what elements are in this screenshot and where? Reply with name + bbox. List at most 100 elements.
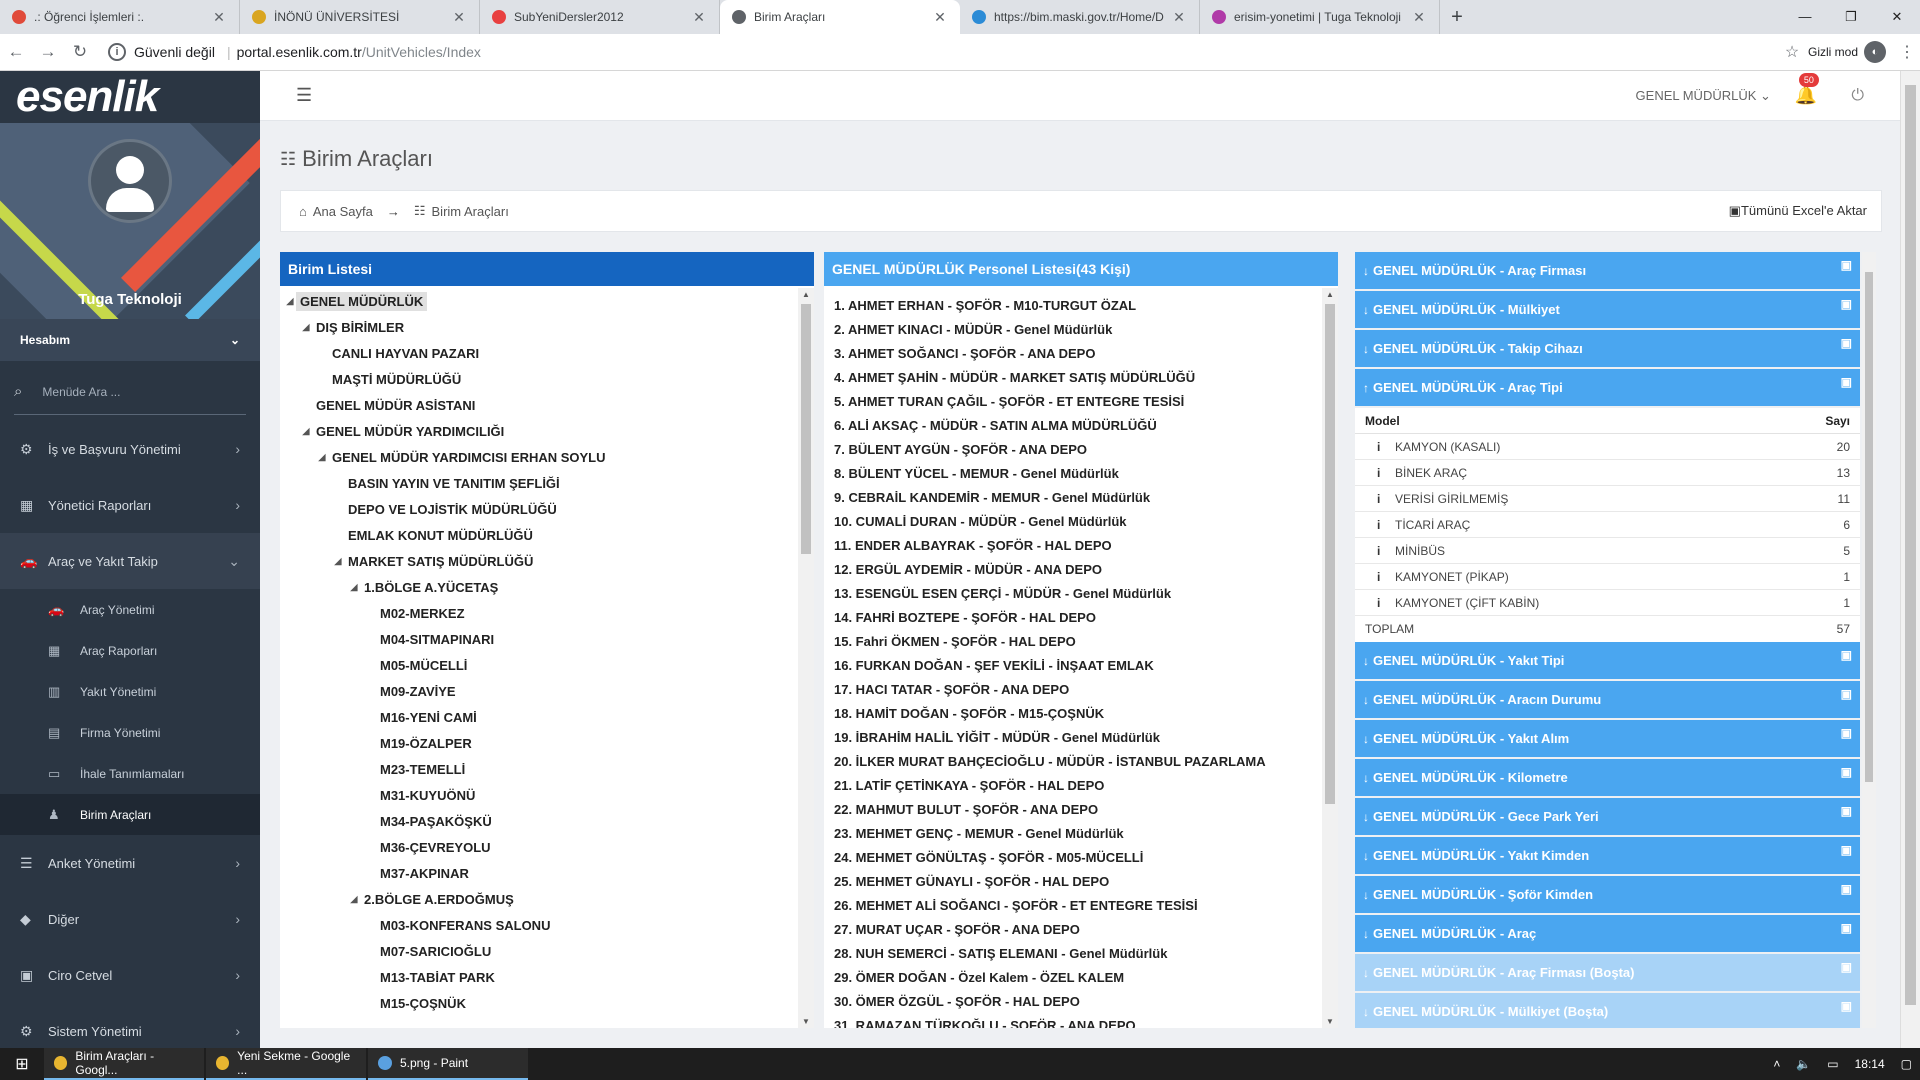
personnel-row[interactable]: 22. MAHMUT BULUT - ŞOFÖR - ANA DEPO <box>824 798 1322 822</box>
sidebar-subitem[interactable]: ♟ Birim Araçları <box>0 794 260 835</box>
close-icon[interactable]: ✕ <box>691 9 707 26</box>
tree-node[interactable]: BASIN YAYIN VE TANITIM ŞEFLİĞİ <box>280 470 798 496</box>
personnel-row[interactable]: 8. BÜLENT YÜCEL - MEMUR - Genel Müdürlük <box>824 462 1322 486</box>
tree-node[interactable]: M04-SITMAPINARI <box>280 626 798 652</box>
maximize-button[interactable]: ❐ <box>1828 0 1874 34</box>
personnel-row[interactable]: 6. ALİ AKSAÇ - MÜDÜR - SATIN ALMA MÜDÜRL… <box>824 414 1322 438</box>
tree-node[interactable]: ◢ 2.BÖLGE A.ERDOĞMUŞ <box>280 886 798 912</box>
info-icon[interactable]: i <box>1365 518 1389 532</box>
account-menu[interactable]: Hesabım ⌄ <box>0 319 260 361</box>
collapse-toggle-icon[interactable]: ◢ <box>348 582 360 593</box>
table-row[interactable]: i BİNEK ARAÇ 13 <box>1355 460 1860 486</box>
table-row[interactable]: i TİCARİ ARAÇ 6 <box>1355 512 1860 538</box>
taskbar-item[interactable]: 5.png - Paint <box>368 1048 528 1080</box>
personnel-row[interactable]: 10. CUMALİ DURAN - MÜDÜR - Genel Müdürlü… <box>824 510 1322 534</box>
sidebar-item[interactable]: ▣ Ciro Cetvel › <box>0 947 260 1003</box>
bell-icon[interactable]: 🔔 50 <box>1795 73 1819 106</box>
breadcrumb-home[interactable]: Ana Sayfa <box>313 204 373 219</box>
tree-node[interactable]: M31-KUYUÖNÜ <box>280 782 798 808</box>
tree-node[interactable]: M34-PAŞAKÖŞKÜ <box>280 808 798 834</box>
info-icon[interactable]: i <box>1365 492 1389 506</box>
tree-node[interactable]: M19-ÖZALPER <box>280 730 798 756</box>
table-row[interactable]: i KAMYONET (ÇİFT KABİN) 1 <box>1355 590 1860 616</box>
collapse-toggle-icon[interactable]: ◢ <box>316 452 328 463</box>
personnel-row[interactable]: 7. BÜLENT AYGÜN - ŞOFÖR - ANA DEPO <box>824 438 1322 462</box>
personnel-row[interactable]: 19. İBRAHİM HALİL YİĞİT - MÜDÜR - Genel … <box>824 726 1322 750</box>
excel-icon[interactable]: ▣ <box>1841 297 1852 311</box>
excel-icon[interactable]: ▣ <box>1841 921 1852 935</box>
browser-tab[interactable]: İNÖNÜ ÜNİVERSİTESİ ✕ <box>240 0 480 34</box>
url-field[interactable]: i Güvenli değil | portal.esenlik.com.tr … <box>108 38 1768 66</box>
personnel-row[interactable]: 4. AHMET ŞAHİN - MÜDÜR - MARKET SATIŞ MÜ… <box>824 366 1322 390</box>
accordion-header[interactable]: ↓ GENEL MÜDÜRLÜK - Araç Firması (Boşta) ▣ <box>1355 954 1860 991</box>
collapse-toggle-icon[interactable]: ◢ <box>300 322 312 333</box>
sidebar-subitem[interactable]: ▤ Firma Yönetimi <box>0 712 260 753</box>
browser-tab[interactable]: .: Öğrenci İşlemleri :. ✕ <box>0 0 240 34</box>
tree-node[interactable]: ◢ DIŞ BİRİMLER <box>280 314 798 340</box>
browser-tab[interactable]: erisim-yonetimi | Tuga Teknoloji ✕ <box>1200 0 1440 34</box>
personnel-row[interactable]: 16. FURKAN DOĞAN - ŞEF VEKİLİ - İNŞAAT E… <box>824 654 1322 678</box>
personnel-row[interactable]: 2. AHMET KINACI - MÜDÜR - Genel Müdürlük <box>824 318 1322 342</box>
excel-icon[interactable]: ▣ <box>1841 804 1852 818</box>
collapse-toggle-icon[interactable]: ◢ <box>300 426 312 437</box>
incognito-icon[interactable]: ◐ <box>1864 41 1886 63</box>
tree-node[interactable]: DEPO VE LOJİSTİK MÜDÜRLÜĞÜ <box>280 496 798 522</box>
forward-icon[interactable]: → <box>32 42 64 62</box>
taskbar-item[interactable]: Birim Araçları - Googl... <box>44 1048 204 1080</box>
sidebar-item[interactable]: ⚙ Sistem Yönetimi › <box>0 1003 260 1048</box>
close-icon[interactable]: ✕ <box>451 9 467 26</box>
tree-node[interactable]: M02-MERKEZ <box>280 600 798 626</box>
tree-node[interactable]: M03-KONFERANS SALONU <box>280 912 798 938</box>
tree-node[interactable]: ◢ MARKET SATIŞ MÜDÜRLÜĞÜ <box>280 548 798 574</box>
personnel-row[interactable]: 15. Fahri ÖKMEN - ŞOFÖR - HAL DEPO <box>824 630 1322 654</box>
sidebar-item[interactable]: ⚙ İş ve Başvuru Yönetimi › <box>0 421 260 477</box>
excel-icon[interactable]: ▣ <box>1841 882 1852 896</box>
accordion-header[interactable]: ↓ GENEL MÜDÜRLÜK - Kilometre ▣ <box>1355 759 1860 796</box>
personnel-row[interactable]: 31. RAMAZAN TÜRKOĞLU - ŞOFÖR - ANA DEPO <box>824 1014 1322 1028</box>
accordion-header[interactable]: ↓ GENEL MÜDÜRLÜK - Mülkiyet (Boşta) ▣ <box>1355 993 1860 1028</box>
personnel-row[interactable]: 12. ERGÜL AYDEMİR - MÜDÜR - ANA DEPO <box>824 558 1322 582</box>
personnel-scrollbar[interactable]: ▲ ▼ <box>1322 288 1338 1028</box>
menu-search-input[interactable]: Menüde Ara ... <box>42 385 120 399</box>
sidebar-subitem[interactable]: ▥ Yakıt Yönetimi <box>0 671 260 712</box>
info-icon[interactable]: i <box>1365 544 1389 558</box>
tree-node[interactable]: GENEL MÜDÜR ASİSTANI <box>280 392 798 418</box>
sidebar-item[interactable]: ◆ Diğer › <box>0 891 260 947</box>
table-row[interactable]: i VERİSİ GİRİLMEMİŞ 11 <box>1355 486 1860 512</box>
sidebar-subitem[interactable]: 🚗 Araç Yönetimi <box>0 589 260 630</box>
accordion-header[interactable]: ↑ GENEL MÜDÜRLÜK - Araç Tipi ▣ <box>1355 369 1860 406</box>
personnel-row[interactable]: 27. MURAT UÇAR - ŞOFÖR - ANA DEPO <box>824 918 1322 942</box>
accordion-header[interactable]: ↓ GENEL MÜDÜRLÜK - Aracın Durumu ▣ <box>1355 681 1860 718</box>
personnel-row[interactable]: 17. HACI TATAR - ŞOFÖR - ANA DEPO <box>824 678 1322 702</box>
excel-export-button[interactable]: ▣Tümünü Excel'e Aktar <box>1729 203 1867 219</box>
tree-node[interactable]: M15-ÇOŞNÜK <box>280 990 798 1016</box>
personnel-row[interactable]: 25. MEHMET GÜNAYLI - ŞOFÖR - HAL DEPO <box>824 870 1322 894</box>
info-icon[interactable]: i <box>1365 466 1389 480</box>
new-tab-button[interactable]: + <box>1440 0 1474 34</box>
excel-icon[interactable]: ▣ <box>1841 258 1852 272</box>
browser-menu-icon[interactable]: ⋮ <box>1894 42 1920 62</box>
tree-node[interactable]: MAŞTİ MÜDÜRLÜĞÜ <box>280 366 798 392</box>
personnel-row[interactable]: 28. NUH SEMERCİ - SATIŞ ELEMANI - Genel … <box>824 942 1322 966</box>
browser-tab[interactable]: https://bim.maski.gov.tr/Home/D ✕ <box>960 0 1200 34</box>
accordion-header[interactable]: ↓ GENEL MÜDÜRLÜK - Takip Cihazı ▣ <box>1355 330 1860 367</box>
excel-icon[interactable]: ▣ <box>1841 648 1852 662</box>
accordion-header[interactable]: ↓ GENEL MÜDÜRLÜK - Yakıt Kimden ▣ <box>1355 837 1860 874</box>
excel-icon[interactable]: ▣ <box>1841 765 1852 779</box>
info-icon[interactable]: i <box>108 43 126 61</box>
tree-node[interactable]: M37-AKPINAR <box>280 860 798 886</box>
chevron-up-icon[interactable]: ˄ <box>1773 1057 1780 1071</box>
sidebar-item[interactable]: ▦ Yönetici Raporları › <box>0 477 260 533</box>
personnel-row[interactable]: 26. MEHMET ALİ SOĞANCI - ŞOFÖR - ET ENTE… <box>824 894 1322 918</box>
personnel-row[interactable]: 11. ENDER ALBAYRAK - ŞOFÖR - HAL DEPO <box>824 534 1322 558</box>
personnel-row[interactable]: 3. AHMET SOĞANCI - ŞOFÖR - ANA DEPO <box>824 342 1322 366</box>
info-icon[interactable]: i <box>1365 440 1389 454</box>
excel-icon[interactable]: ▣ <box>1841 687 1852 701</box>
accordion-header[interactable]: ↓ GENEL MÜDÜRLÜK - Yakıt Tipi ▣ <box>1355 642 1860 679</box>
personnel-row[interactable]: 9. CEBRAİL KANDEMİR - MEMUR - Genel Müdü… <box>824 486 1322 510</box>
collapse-toggle-icon[interactable]: ◢ <box>348 894 360 905</box>
reload-icon[interactable]: ↻ <box>64 42 96 62</box>
tree-node[interactable]: ◢ GENEL MÜDÜR YARDIMCISI ERHAN SOYLU <box>280 444 798 470</box>
excel-icon[interactable]: ▣ <box>1841 843 1852 857</box>
excel-icon[interactable]: ▣ <box>1841 999 1852 1013</box>
